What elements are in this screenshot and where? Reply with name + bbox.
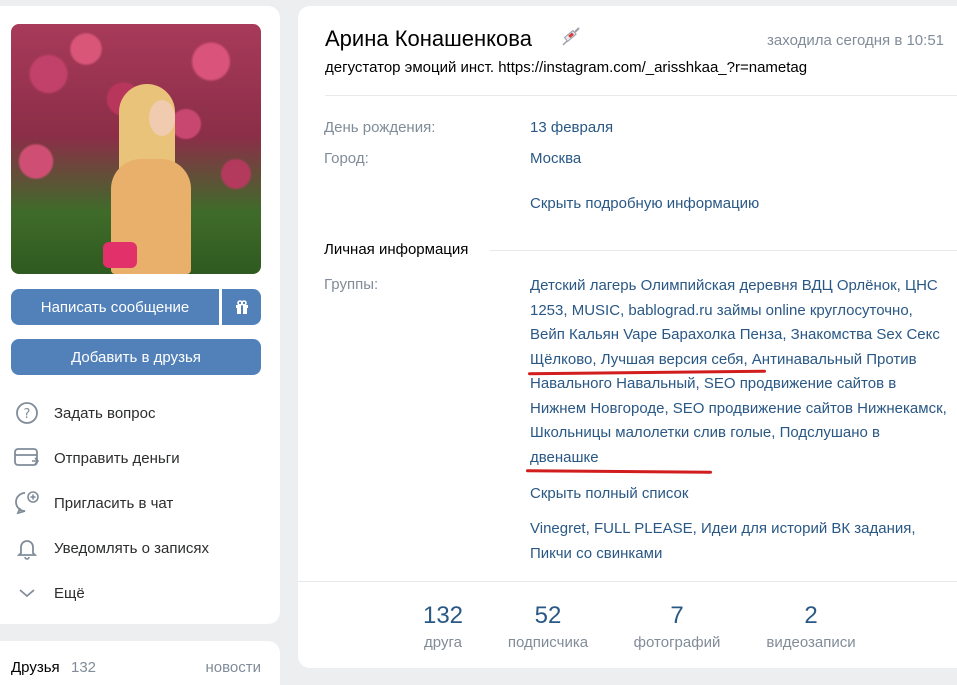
photo-figure-bag: [103, 242, 137, 268]
group-link[interactable]: Детский лагерь Олимпийская деревня ВДЦ О…: [530, 277, 897, 294]
profile-info-card: Арина Конашенкова заходила сегодня в 10:…: [298, 6, 957, 668]
send-message-button[interactable]: Написать сообщение: [11, 289, 219, 325]
svg-text:?: ?: [24, 407, 31, 422]
red-underline-annotation: [525, 469, 713, 474]
stat-caption: подписчика: [507, 634, 589, 651]
profile-name: Арина Конашенкова: [325, 26, 532, 51]
extra-groups-list: Vinegret, FULL PLEASE, Идеи для историй …: [530, 520, 916, 562]
group-link[interactable]: Школьницы малолетки слив голые: [530, 424, 771, 441]
city-value[interactable]: Москва: [530, 150, 581, 167]
invite-chat-action[interactable]: Пригласить в чат: [14, 488, 173, 518]
stat-number: 7: [670, 602, 684, 629]
profile-photo[interactable]: [11, 24, 261, 274]
group-link[interactable]: FULL PLEASE: [594, 520, 693, 537]
group-link[interactable]: Vinegret: [530, 520, 586, 537]
birthday-value[interactable]: 13 февраля: [530, 119, 613, 136]
personal-info-heading: Личная информация: [324, 241, 469, 258]
ask-question-label: Задать вопрос: [54, 404, 156, 422]
section-divider: [490, 250, 957, 251]
friends-title[interactable]: Друзья: [11, 659, 60, 676]
notify-posts-label: Уведомлять о записях: [54, 539, 209, 557]
gift-button[interactable]: [222, 289, 261, 325]
friends-block: Друзья 132 новости: [0, 641, 280, 685]
friends-news-link[interactable]: новости: [205, 659, 261, 676]
invite-chat-label: Пригласить в чат: [54, 494, 174, 512]
stat-number: 132: [422, 602, 464, 629]
syringe-icon: [560, 26, 582, 52]
stat-caption: фотографий: [633, 634, 721, 651]
more-action[interactable]: Ещё: [14, 578, 85, 608]
notify-posts-action[interactable]: Уведомлять о записях: [14, 533, 209, 563]
header-divider: [325, 95, 957, 96]
hide-details-link[interactable]: Скрыть подробную информацию: [530, 195, 759, 212]
group-link[interactable]: Лучшая версия себя: [601, 351, 744, 368]
stat-caption: видеозаписи: [766, 634, 856, 651]
group-link[interactable]: Пикчи со свинками: [530, 545, 662, 562]
last-seen-status: заходила сегодня в 10:51: [767, 32, 944, 49]
group-link[interactable]: MUSIC: [572, 302, 620, 319]
stat-photos[interactable]: 7 фотографий: [625, 602, 729, 651]
birthday-label: День рождения:: [324, 119, 436, 136]
ask-question-action[interactable]: ? Задать вопрос: [14, 398, 155, 428]
hide-full-list-link[interactable]: Скрыть полный список: [530, 485, 688, 502]
stat-friends[interactable]: 132 друга: [415, 602, 471, 651]
send-money-action[interactable]: Отправить деньги: [14, 443, 180, 473]
money-icon: [14, 445, 40, 471]
more-label: Ещё: [54, 584, 85, 602]
profile-status: дегустатор эмоций инст. https://instagra…: [325, 59, 808, 76]
send-money-label: Отправить деньги: [54, 449, 180, 467]
stat-number: 2: [804, 602, 818, 629]
stat-videos[interactable]: 2 видеозаписи: [758, 602, 864, 651]
groups-label: Группы:: [324, 276, 379, 293]
stat-number: 52: [534, 602, 562, 629]
friends-count: 132: [71, 659, 97, 676]
group-link[interactable]: SEO продвижение сайтов Нижнекамск: [673, 400, 943, 417]
bell-icon: [14, 535, 40, 561]
group-link[interactable]: Идеи для историй ВК задания: [701, 520, 911, 537]
group-link[interactable]: bablograd.ru займы online круглосуточно: [628, 302, 908, 319]
chat-invite-icon: [14, 490, 40, 516]
stat-caption: друга: [424, 634, 462, 651]
stat-followers[interactable]: 52 подписчика: [498, 602, 598, 651]
add-friend-button[interactable]: Добавить в друзья: [11, 339, 261, 375]
gift-icon: [235, 300, 248, 314]
photo-figure-face: [149, 100, 175, 136]
question-icon: ?: [14, 400, 40, 426]
counters-divider: [298, 581, 957, 582]
profile-left-column: Написать сообщение Добавить в друзья ? З…: [0, 6, 280, 624]
group-link[interactable]: Вейп Кальян Vape Барахолка Пенза: [530, 326, 782, 343]
city-label: Город:: [324, 150, 369, 167]
chevron-down-icon: [14, 580, 40, 606]
